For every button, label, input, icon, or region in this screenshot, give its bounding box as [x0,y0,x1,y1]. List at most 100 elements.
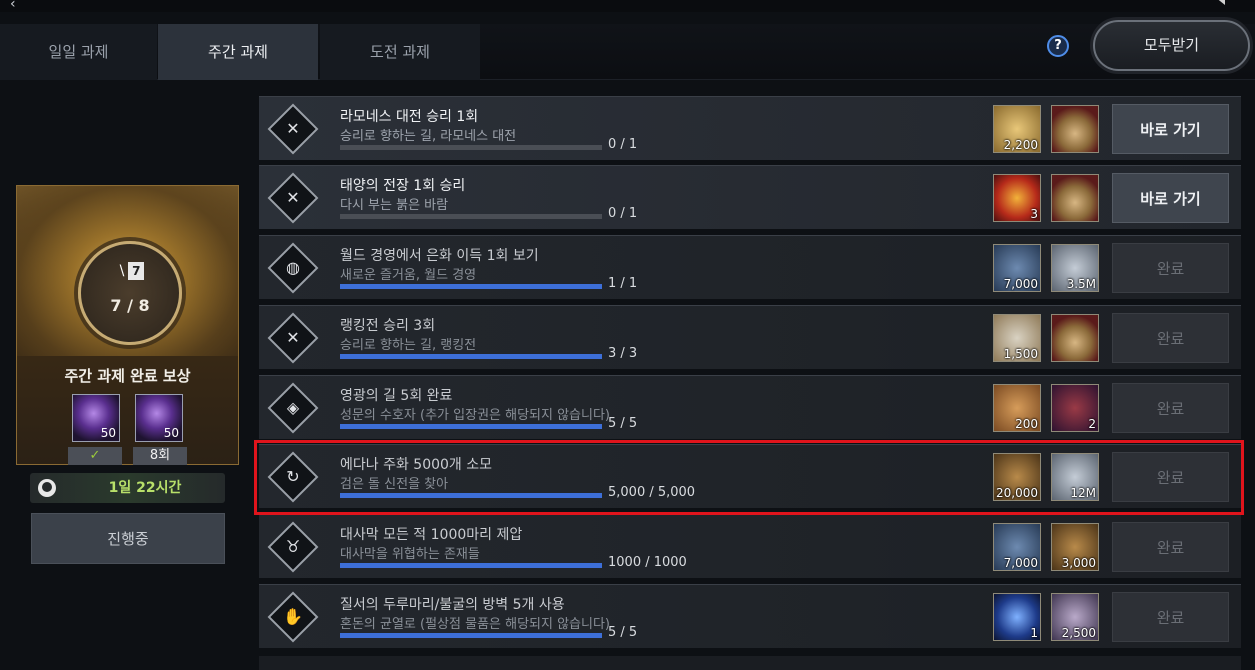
gold-coin-icon[interactable]: 3,000 [1051,523,1099,571]
quest-title: 태양의 전장 1회 승리 [340,178,466,194]
crossed-swords-icon: ✕ [267,312,319,364]
tab-challenge[interactable]: 도전 과제 [320,24,480,80]
quest-row: ✕ 랭킹전 승리 3회 승리로 향하는 길, 랭킹전 3 / 3 1,500 완… [259,305,1241,369]
crossed-swords-icon: ✕ [267,172,319,224]
reward-count: 2 [1088,417,1096,431]
quest-row: ✋ 질서의 두루마리/불굴의 방벽 5개 사용 혼돈의 균열로 (펄상점 물품은… [259,584,1241,648]
receive-all-button[interactable]: 모두받기 [1093,20,1250,71]
clock-icon [38,479,56,497]
medal-icon[interactable] [1051,174,1099,222]
progress-bar [340,424,602,429]
complete-button[interactable]: 완료 [1112,592,1229,642]
quest-title: 에다나 주화 5000개 소모 [340,457,493,473]
silver-coin-icon[interactable]: 12M [1051,453,1099,501]
complete-button[interactable]: 완료 [1112,313,1229,363]
quest-title: 질서의 두루마리/불굴의 방벽 5개 사용 [340,597,565,613]
reward-count: 200 [1015,417,1038,431]
quest-subtitle: 다시 부는 붉은 바람 [340,198,449,213]
complete-button[interactable]: 완료 [1112,243,1229,293]
go-button[interactable]: 바로 가기 [1112,104,1229,154]
progress-bar [340,284,602,289]
reward-count: 2,200 [1003,138,1038,152]
copper-coin-icon[interactable]: 200 [993,384,1041,432]
quest-subtitle: 승리로 향하는 길, 랭킹전 [340,338,477,353]
progress-text: 1000 / 1000 [608,555,687,570]
fire-pile-icon[interactable]: 20,000 [993,453,1041,501]
list-bottom [259,656,1241,670]
dropdown-triangle-icon[interactable] [1215,0,1225,5]
quest-subtitle: 혼돈의 균열로 (펄상점 물품은 해당되지 않습니다) [340,617,611,632]
quest-subtitle: 검은 돌 신전을 찾아 [340,477,449,492]
reward-count: 20,000 [996,486,1038,500]
ore-icon[interactable]: 7,000 [993,523,1041,571]
quest-title: 월드 경영에서 은화 이득 1회 보기 [340,248,539,264]
reward-count: 50 [163,426,179,440]
weekly-reward-card: \ 7 7 / 8 [16,185,239,465]
timer-text: 1일 22시간 [108,480,182,496]
quest-title: 랭킹전 승리 3회 [340,318,436,334]
quest-row: ↻ 에다나 주화 5000개 소모 검은 돌 신전을 찾아 5,000 / 5,… [259,444,1241,508]
quest-row: ◈ 영광의 길 5회 완료 성문의 수호자 (추가 입장권은 해당되지 않습니다… [259,375,1241,439]
progress-text: 0 / 1 [608,206,638,221]
reward-count: 3 [1030,207,1038,221]
cycle-icon: ↻ [267,451,319,503]
reward-count: 2,500 [1061,626,1096,640]
reward-count: 50 [100,426,116,440]
quest-subtitle: 새로운 즐거움, 월드 경영 [340,268,477,283]
reward-item-purple-orb[interactable]: 50 [135,394,183,442]
crossed-swords-icon: ✕ [267,103,319,155]
top-bar: ‹ [0,0,1255,12]
tab-weekly[interactable]: 주간 과제 [158,24,318,80]
quest-row: ✕ 태양의 전장 1회 승리 다시 부는 붉은 바람 0 / 1 3 바로 가기 [259,165,1241,229]
progress-bar [340,633,602,638]
medal-icon[interactable] [1051,105,1099,153]
go-button[interactable]: 바로 가기 [1112,173,1229,223]
reward-count: 3,000 [1061,556,1096,570]
progress-text: 5 / 5 [608,416,638,431]
in-progress-button[interactable]: 진행중 [31,513,225,564]
globe-icon: ◍ [267,242,319,294]
quest-row: ♉ 대사막 모든 적 1000마리 제압 대사막을 위협하는 존재들 1000 … [259,514,1241,578]
reward-count: 7,000 [1003,277,1038,291]
quest-title: 영광의 길 5회 완료 [340,388,453,404]
progress-text: 5 / 5 [608,625,638,640]
silver-plate-icon[interactable]: 2,200 [993,105,1041,153]
time-remaining: 1일 22시간 [30,473,225,503]
complete-button[interactable]: 완료 [1112,383,1229,433]
check-icon: ✓ [68,447,122,465]
complete-button[interactable]: 완료 [1112,452,1229,502]
bull-head-icon: ♉ [267,521,319,573]
reward-item-purple-orb[interactable]: 50 [72,394,120,442]
blue-orb-icon[interactable]: 1 [993,593,1041,641]
purple-coin-icon[interactable]: 2,500 [1051,593,1099,641]
calendar-icon: \ 7 [116,262,148,288]
quest-subtitle: 대사막을 위협하는 존재들 [340,547,480,562]
progress-bar [340,214,602,219]
progress-badge: \ 7 7 / 8 [78,241,182,345]
reward-count: 1 [1030,626,1038,640]
complete-button[interactable]: 완료 [1112,522,1229,572]
progress-bar [340,354,602,359]
diamond-gate-icon: ◈ [267,382,319,434]
silver-coin-icon[interactable]: 3.5M [1051,244,1099,292]
quest-row: ◍ 월드 경영에서 은화 이득 1회 보기 새로운 즐거움, 월드 경영 1 /… [259,235,1241,299]
progress-text: 1 / 1 [608,276,638,291]
help-icon[interactable]: ? [1047,35,1069,57]
scorpion-card-icon[interactable]: 2 [1051,384,1099,432]
quest-title: 대사막 모든 적 1000마리 제압 [340,527,523,543]
scroll-icon[interactable]: 1,500 [993,314,1041,362]
back-arrow-icon[interactable]: ‹ [10,0,16,12]
reward-count: 1,500 [1003,347,1038,361]
progress-bar [340,493,602,498]
weekly-progress-count: 7 / 8 [110,296,150,315]
quest-row: ✕ 라모네스 대전 승리 1회 승리로 향하는 길, 라모네스 대전 0 / 1… [259,96,1241,160]
tab-daily[interactable]: 일일 과제 [0,24,157,80]
medal-icon[interactable] [1051,314,1099,362]
quest-title: 라모네스 대전 승리 1회 [340,109,479,125]
red-crystal-icon[interactable]: 3 [993,174,1041,222]
completion-count: 8회 [133,447,187,465]
ore-icon[interactable]: 7,000 [993,244,1041,292]
quest-subtitle: 승리로 향하는 길, 라모네스 대전 [340,129,517,144]
quest-subtitle: 성문의 수호자 (추가 입장권은 해당되지 않습니다) [340,408,611,423]
progress-text: 5,000 / 5,000 [608,485,696,500]
